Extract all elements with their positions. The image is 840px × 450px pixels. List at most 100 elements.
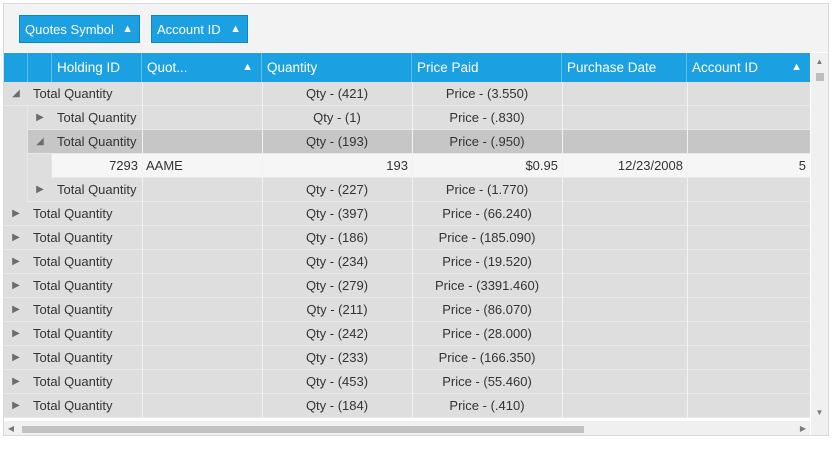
collapsed-chevron-icon[interactable]: ▶ [4,370,28,393]
group-summary-price: Price - (185.090) [438,230,536,245]
cell-quantity[interactable]: 193 [262,154,412,177]
scroll-right-icon[interactable]: ▶ [796,421,810,435]
group-caption-row[interactable]: ▶ Total Quantity Qty - (234) Price - (19.52… [4,250,810,274]
vertical-scrollbar[interactable]: ▲ ▼ [811,53,828,421]
group-caption-label: Total Quantity [33,350,113,365]
collapsed-chevron-icon[interactable]: ▶ [4,394,28,417]
column-separator [262,322,263,346]
column-separator [687,178,688,202]
group-caption-row[interactable]: ▶ Total Quantity Qty - (453) Price - (55.46… [4,370,810,394]
column-separator [562,346,563,370]
collapsed-chevron-icon[interactable]: ▶ [28,178,52,201]
column-separator [262,346,263,370]
group-summary-price: Price - (.830) [449,110,525,125]
column-header-quantity[interactable]: Quantity [262,53,412,82]
group-caption-label: Total Quantity [33,326,113,341]
group-caption-row[interactable]: ▶ Total Quantity Qty - (186) Price - (185.0… [4,226,810,250]
group-drop-area[interactable]: Quotes Symbol ▲ Account ID ▲ [4,4,828,52]
column-header-label: Purchase Date [567,60,657,75]
group-caption-label: Total Quantity [33,206,113,221]
collapsed-chevron-icon[interactable]: ▶ [4,322,28,345]
column-separator [687,106,688,130]
column-separator [412,346,413,370]
column-header-holding-id[interactable]: Holding ID [52,53,142,82]
column-header-label: Account ID [692,60,759,75]
collapsed-chevron-icon[interactable]: ▶ [4,202,28,225]
group-chip-quotes-symbol[interactable]: Quotes Symbol ▲ [19,15,140,43]
column-separator [687,226,688,250]
table-row[interactable]: 7293 AAME 193 $0.95 12/23/2008 5 [4,154,810,178]
group-caption-row[interactable]: ▶ Total Quantity Qty - (397) Price - (66.24… [4,202,810,226]
column-separator [687,370,688,394]
group-summary-quantity: Qty - (397) [305,206,369,221]
group-summary-quantity: Qty - (184) [305,398,369,413]
scroll-up-icon[interactable]: ▲ [811,53,828,70]
group-caption-row[interactable]: ▶ Total Quantity Qty - (1) Price - (.830) [4,106,810,130]
collapsed-chevron-icon[interactable]: ▶ [4,298,28,321]
column-separator [142,346,143,370]
group-caption-label: Total Quantity [33,278,113,293]
collapsed-chevron-icon[interactable]: ▶ [4,274,28,297]
collapsed-chevron-icon[interactable]: ▶ [4,226,28,249]
cell-purchase-date[interactable]: 12/23/2008 [562,154,687,177]
row-indent [4,154,28,178]
row-indent [4,106,28,130]
column-header-label: Holding ID [57,60,121,75]
scroll-left-icon[interactable]: ◀ [4,421,18,435]
column-separator [562,298,563,322]
row-indent [28,154,52,178]
horizontal-scroll-thumb[interactable] [22,426,584,433]
collapsed-chevron-icon[interactable]: ▶ [4,346,28,369]
horizontal-scrollbar[interactable]: ◀ ▶ [4,421,810,435]
cell-price-paid[interactable]: $0.95 [412,154,562,177]
column-header-row: Holding ID Quot... ▲ Quantity Price Paid … [4,53,810,82]
column-header-purchase-date[interactable]: Purchase Date [562,53,687,82]
column-header-label: Quantity [267,60,318,75]
expanded-chevron-icon[interactable]: ◢ [28,130,52,153]
column-separator [412,226,413,250]
column-separator [142,82,143,106]
group-chip-label: Quotes Symbol [25,21,114,37]
cell-quotes-symbol[interactable]: AAME [142,154,262,177]
column-separator [687,82,688,106]
vertical-scroll-thumb[interactable] [816,73,824,81]
group-caption-row[interactable]: ▶ Total Quantity Qty - (242) Price - (28.00… [4,322,810,346]
cell-holding-id[interactable]: 7293 [52,154,142,177]
collapsed-chevron-icon[interactable]: ▶ [4,250,28,273]
group-caption-row[interactable]: ◢ Total Quantity Qty - (421) Price - (3.550… [4,82,810,106]
group-summary-price: Price - (166.350) [438,350,536,365]
scroll-down-icon[interactable]: ▼ [811,404,828,421]
column-separator [412,202,413,226]
collapsed-chevron-icon[interactable]: ▶ [28,106,52,129]
column-separator [412,394,413,418]
indent-header [28,53,52,82]
column-separator [687,298,688,322]
column-separator [687,274,688,298]
column-separator [262,154,263,178]
group-caption-row[interactable]: ▶ Total Quantity Qty - (211) Price - (86.07… [4,298,810,322]
group-caption-label: Total Quantity [57,110,137,125]
group-summary-quantity: Qty - (227) [305,182,369,197]
expanded-chevron-icon[interactable]: ◢ [4,82,28,105]
column-separator [562,202,563,226]
group-summary-quantity: Qty - (242) [305,326,369,341]
group-caption-label: Total Quantity [33,302,113,317]
group-chip-account-id[interactable]: Account ID ▲ [151,15,248,43]
group-summary-quantity: Qty - (211) [306,302,368,317]
column-header-price-paid[interactable]: Price Paid [412,53,562,82]
group-summary-quantity: Qty - (453) [305,374,369,389]
group-caption-row[interactable]: ▶ Total Quantity Qty - (184) Price - (.410) [4,394,810,418]
group-caption-row[interactable]: ▶ Total Quantity Qty - (233) Price - (166.3… [4,346,810,370]
cell-account-id[interactable]: 5 [687,154,810,177]
group-caption-row[interactable]: ▶ Total Quantity Qty - (279) Price - (3391.… [4,274,810,298]
group-caption-row[interactable]: ◢ Total Quantity Qty - (193) Price - (.950) [4,130,810,154]
scrollbar-corner [811,421,828,435]
column-separator [142,202,143,226]
column-separator [142,394,143,418]
column-separator [412,322,413,346]
column-separator [412,298,413,322]
column-header-account-id[interactable]: Account ID ▲ [687,53,810,82]
data-grid: Quotes Symbol ▲ Account ID ▲ Holding ID … [3,3,829,436]
group-caption-row[interactable]: ▶ Total Quantity Qty - (227) Price - (1.770… [4,178,810,202]
column-header-quotes-symbol[interactable]: Quot... ▲ [142,53,262,82]
